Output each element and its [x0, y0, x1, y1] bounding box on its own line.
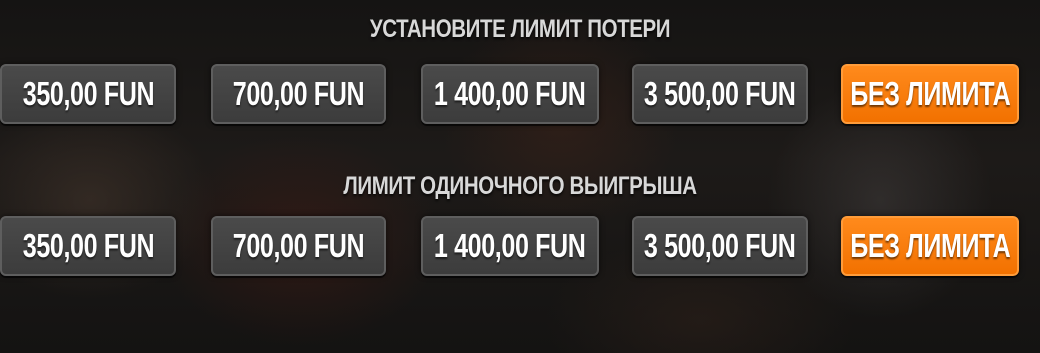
- single-win-limit-option-label: БЕЗ ЛИМИТА: [849, 227, 1011, 264]
- single-win-limit-section: ЛИМИТ ОДИНОЧНОГО ВЫИГРЫША 350,00 FUN 700…: [0, 0, 1040, 353]
- single-win-limit-option-label: 350,00 FUN: [22, 227, 154, 264]
- single-win-limit-option-label: 700,00 FUN: [232, 227, 365, 264]
- single-win-limit-option-no-limit[interactable]: БЕЗ ЛИМИТА: [841, 216, 1019, 276]
- single-win-limit-option-label: 1 400,00 FUN: [434, 227, 586, 264]
- single-win-limit-option-1400[interactable]: 1 400,00 FUN: [421, 216, 599, 276]
- single-win-limit-option-700[interactable]: 700,00 FUN: [211, 216, 386, 276]
- single-win-limit-option-label: 3 500,00 FUN: [644, 227, 796, 264]
- single-win-limit-option-350[interactable]: 350,00 FUN: [0, 216, 176, 276]
- single-win-limit-option-3500[interactable]: 3 500,00 FUN: [632, 216, 808, 276]
- single-win-limit-title: ЛИМИТ ОДИНОЧНОГО ВЫИГРЫША: [343, 172, 697, 200]
